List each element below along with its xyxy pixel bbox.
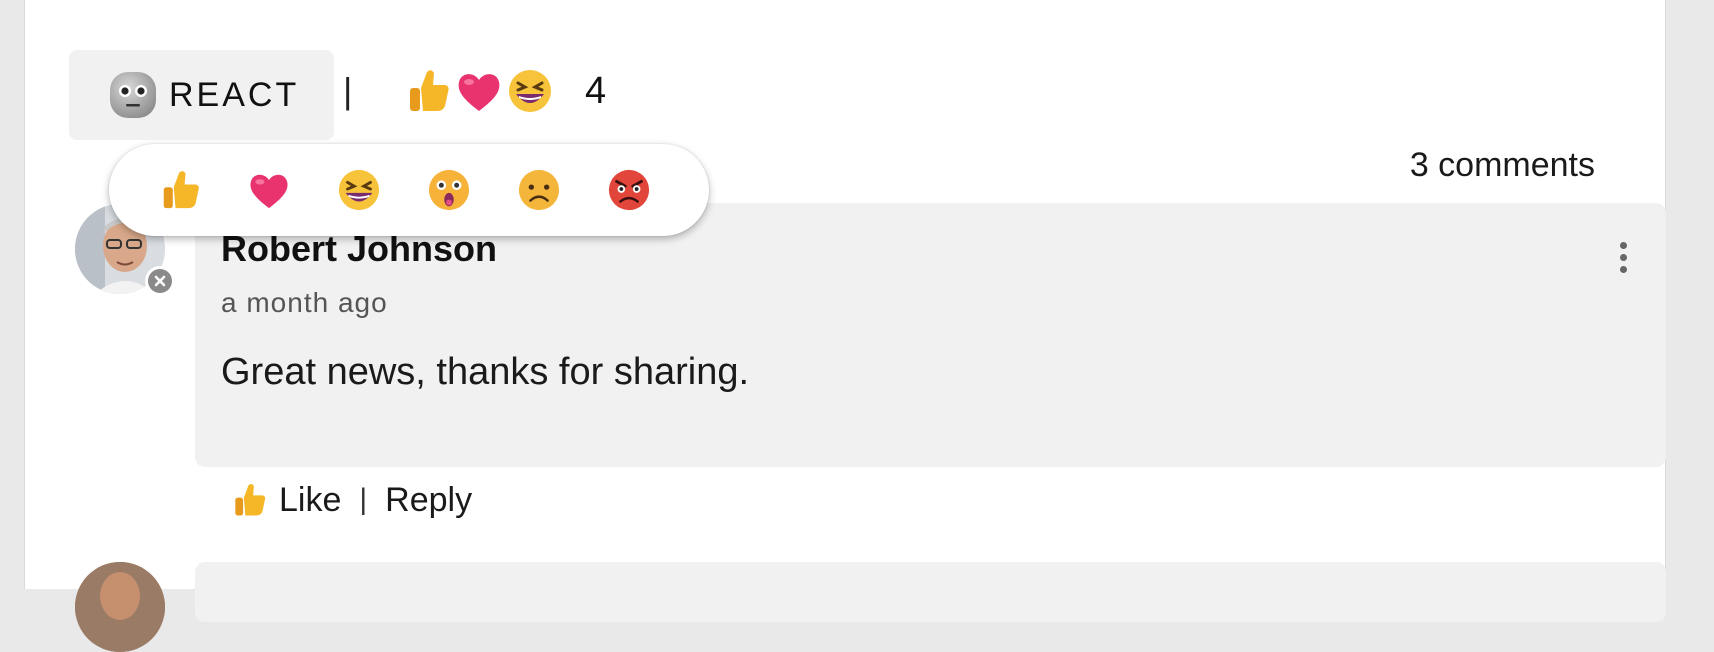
neutral-face-icon: [110, 72, 156, 118]
like-label: Like: [279, 480, 342, 519]
angry-face-icon[interactable]: [607, 168, 651, 212]
reaction-picker: [109, 144, 709, 236]
user-photo-icon: [75, 562, 165, 652]
laughing-face-icon: [509, 70, 551, 112]
avatar[interactable]: [75, 562, 165, 652]
heart-icon[interactable]: [247, 170, 291, 210]
laughing-face-icon[interactable]: [337, 168, 381, 212]
reactions-count: 4: [585, 69, 607, 112]
comments-count: 3 comments: [1409, 146, 1595, 184]
thumbs-up-icon: [410, 70, 449, 111]
more-options-icon[interactable]: [1616, 239, 1630, 279]
comment-text: Great news, thanks for sharing.: [221, 351, 750, 393]
reactions-summary[interactable]: 4: [407, 68, 606, 114]
comment-timestamp: a month ago: [221, 287, 388, 318]
surprised-face-icon[interactable]: [427, 168, 471, 212]
comments-card: REACT | 4 3 comments Robert Johnson a mo…: [24, 0, 1666, 652]
react-button[interactable]: REACT: [69, 50, 334, 140]
thumbs-up-icon: [235, 483, 266, 516]
reply-button[interactable]: Reply: [385, 481, 472, 520]
comment-body: Robert Johnson a month ago Great news, t…: [195, 203, 1666, 467]
thumbs-up-icon[interactable]: [161, 167, 201, 213]
reactions-separator: |: [343, 70, 353, 111]
sad-face-icon[interactable]: [517, 168, 561, 212]
react-button-label: REACT: [169, 75, 300, 114]
comment-actions: Like | Reply: [233, 480, 472, 520]
actions-separator: |: [359, 483, 368, 516]
like-button[interactable]: Like: [233, 480, 341, 520]
comment-body: [195, 562, 1666, 622]
presence-offline-icon: [145, 266, 175, 296]
heart-icon: [458, 74, 500, 111]
